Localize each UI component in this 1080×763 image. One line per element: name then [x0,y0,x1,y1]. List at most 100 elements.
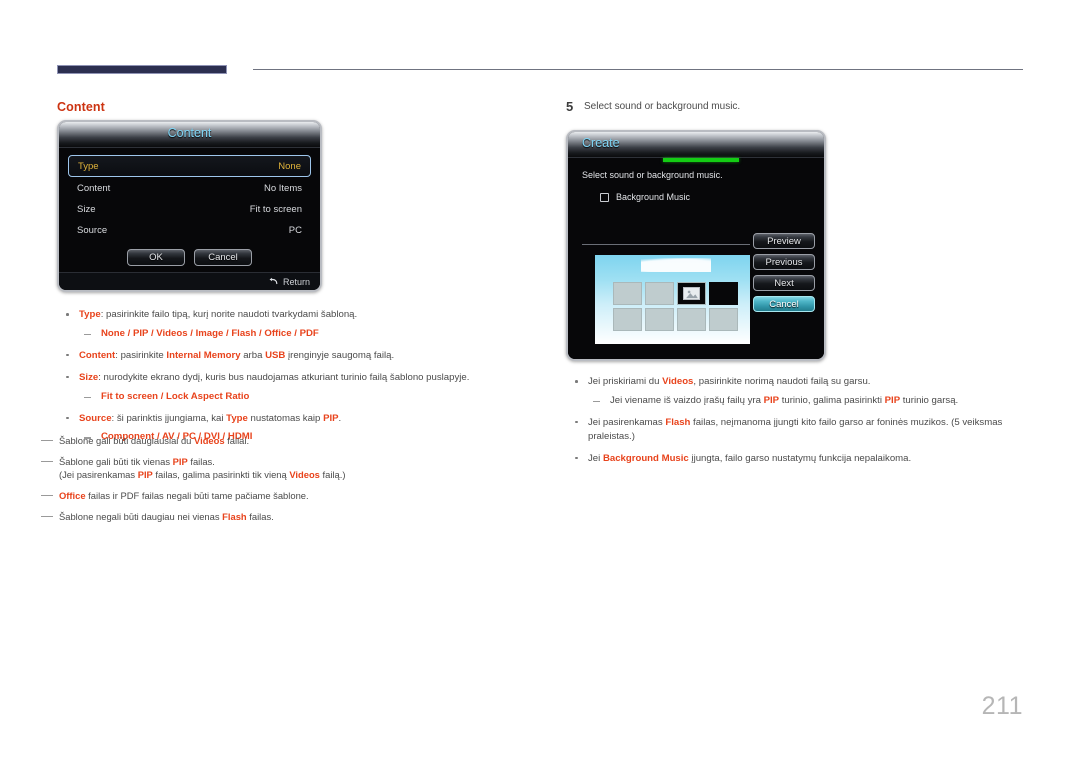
emphasis-text: PIP [884,394,901,406]
create-dialog-titlebar: Create [568,132,824,158]
bullet-dot-icon [575,380,578,383]
emphasis-text: Type [79,309,101,320]
body-text: Jei priskiriami du [588,376,663,387]
emphasis-text: Fit to screen [101,390,159,402]
right-bullet-list: Jei priskiriami du Videos, pasirinkite n… [566,375,1024,474]
body-text: . [338,412,342,424]
header-accent-bar [57,65,227,74]
sub-bullet-dash-icon [84,333,91,336]
emphasis-text: Lock Aspect Ratio [166,390,250,402]
emphasis-text: Flash [665,416,691,428]
bullet-dot-icon [66,416,69,420]
bullet-item: Type: pasirinkite failo tipą, kurį norit… [57,308,527,341]
content-dialog-title: Content [167,126,212,140]
step-number: 5 [566,99,574,114]
note-item: Šablone negali būti daugiau nei vienas F… [38,510,438,524]
note-dash-icon [41,460,53,463]
content-option-row-size[interactable]: Size Fit to screen [68,199,311,219]
body-text: turinio garsą. [900,394,959,406]
bullet-dot-icon [66,313,69,316]
option-label: Size [77,203,96,215]
content-option-row-source[interactable]: Source PC [68,220,311,240]
option-label: Content [77,182,111,194]
option-value: None [278,160,301,172]
emphasis-text: PIP [323,412,339,424]
body-text: Jei pasirenkamas [588,416,666,428]
body-text: failas ir PDF failas negali būti tame pa… [85,489,309,501]
body-text: failą.) [319,469,346,481]
create-dialog-body: Select sound or background music. Backgr… [568,158,824,359]
emphasis-text: Image [195,327,224,339]
emphasis-text: Videos [289,469,320,481]
emphasis-text: Size [79,371,99,383]
ok-button[interactable]: OK [127,249,185,266]
sub-bullet-item: None / PIP / Videos / Image / Flash / Of… [79,327,527,341]
note-dash-icon [41,440,53,442]
bullet-dot-icon [66,375,69,379]
left-note-list: Šablone gali būti daugiausiai du Videos … [38,434,438,530]
body-text: arba [240,349,266,361]
body-text: : pasirinkite [115,349,167,361]
emphasis-text: Videos [194,435,225,446]
sub-bullet-item: Fit to screen / Lock Aspect Ratio [79,390,527,404]
content-dialog-titlebar: Content [59,122,320,148]
document-page: Content Content Type None Content No Items S… [0,0,1080,763]
emphasis-text: Office [59,489,86,501]
wizard-progress-track [568,158,824,163]
create-dialog-buttons: Preview Previous Next Cancel [753,233,815,312]
bullet-item: Jei pasirenkamas Flash failas, neįmanoma… [566,416,1024,444]
content-option-row-type[interactable]: Type None [68,155,311,177]
preview-tile-plain [613,282,642,305]
header-thin-rule [253,69,1023,70]
content-dialog: Content Type None Content No Items Size Fit t… [57,120,322,292]
background-music-checkbox[interactable] [600,192,609,202]
emphasis-text: Background Music [602,452,689,464]
option-value: No Items [263,182,302,194]
emphasis-text: PIP [137,469,153,481]
preview-tile-media [677,282,706,305]
body-text: įrenginyje saugomą failą. [285,349,395,361]
emphasis-text: Type [226,412,248,424]
emphasis-text: / [124,327,133,339]
preview-tile-plain [645,308,674,331]
preview-button[interactable]: Preview [753,233,815,249]
emphasis-text: None [101,327,125,339]
body-text: Jei viename iš vaizdo įrašų failų yra [610,394,764,406]
emphasis-text: Videos [156,327,188,339]
body-text: : ši parinktis įjungiama, kai [111,412,227,424]
preview-tile-grid [613,282,738,331]
content-dialog-footer: Return [59,272,320,290]
preview-tile-plain [613,308,642,331]
body-text: Šablone negali būti daugiau nei vienas [59,510,223,522]
return-arrow-icon [268,276,279,287]
background-music-checkbox-row[interactable]: Background Music [600,192,690,202]
body-text: , pasirinkite norimą naudoti failą su ga… [693,376,871,387]
note-dash-icon [41,494,53,497]
note-item: Office failas ir PDF failas negali būti … [38,489,438,503]
create-dialog-title: Create [582,136,620,150]
emphasis-text: Content [79,349,116,361]
emphasis-text: / [158,390,167,402]
cancel-button[interactable]: Cancel [194,249,252,266]
bullet-dot-icon [66,353,69,357]
previous-button[interactable]: Previous [753,254,815,270]
bullet-dot-icon [575,420,578,424]
left-bullet-list: Type: pasirinkite failo tipą, kurį norit… [57,308,527,452]
body-text: Jei [588,452,603,464]
cancel-button[interactable]: Cancel [753,296,815,312]
option-label: Type [78,160,99,172]
cloud-graphic [641,258,711,272]
body-text: : nurodykite ekrano dydį, kuris bus naud… [98,371,470,383]
content-option-row-content[interactable]: Content No Items [68,178,311,198]
body-text: failas. [246,510,274,522]
header-rule [57,65,1023,75]
emphasis-text: / [291,327,300,339]
create-dialog-divider [582,244,750,245]
emphasis-text: Office [264,327,292,339]
create-dialog: Create Select sound or background music.… [566,130,826,361]
next-button[interactable]: Next [753,275,815,291]
body-text: turinio, galima pasirinkti [779,394,885,406]
option-value: PC [288,224,302,236]
body-text: failai. [224,435,250,446]
emphasis-text: PIP [172,455,188,467]
